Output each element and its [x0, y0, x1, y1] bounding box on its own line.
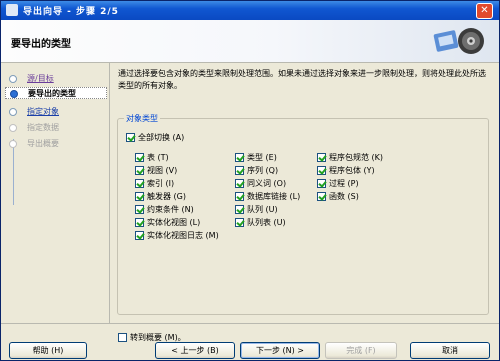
step-source-target[interactable]: 源/目标: [5, 73, 107, 85]
checkbox-checked-icon: [235, 218, 244, 227]
header-banner: 要导出的类型: [1, 20, 499, 63]
help-button[interactable]: 帮助 (H): [9, 342, 87, 359]
checkbox-checked-icon: [317, 192, 326, 201]
checkbox-checked-icon: [135, 192, 144, 201]
checkbox-checked-icon: [235, 179, 244, 188]
step-label: 源/目标: [27, 74, 54, 83]
app-icon: [6, 4, 18, 16]
checkbox-checked-icon: [135, 166, 144, 175]
step-label: 指定数据: [27, 123, 59, 132]
main-content: 通过选择要包含对象的类型来限制处理范围。如果未通过选择对象来进一步限制处理，则将…: [110, 63, 499, 323]
checkbox-checked-icon: [235, 166, 244, 175]
description-text: 通过选择要包含对象的类型来限制处理范围。如果未通过选择对象来进一步限制处理，则将…: [118, 69, 486, 90]
checkbox-checked-icon: [135, 179, 144, 188]
checkbox-checked-icon: [235, 192, 244, 201]
checkbox-checked-icon: [135, 218, 144, 227]
step-specify-data: 指定数据: [5, 122, 107, 134]
checkbox-checked-icon: [235, 205, 244, 214]
close-button[interactable]: ✕: [476, 3, 493, 19]
step-types-to-export[interactable]: 要导出的类型: [5, 87, 107, 99]
checkbox-checked-icon: [126, 133, 135, 142]
step-label: 导出概要: [27, 139, 59, 148]
title-bar: 导出向导 - 步骤 2/5 ✕: [1, 1, 499, 20]
checkbox-checked-icon: [235, 153, 244, 162]
checkbox-checked-icon: [317, 179, 326, 188]
step-export-summary: 导出概要: [5, 138, 107, 150]
group-title: 对象类型: [124, 113, 160, 124]
step-indicator-icon: [9, 108, 17, 116]
steps-panel: [1, 63, 110, 323]
step-indicator-icon: [10, 90, 18, 98]
database-export-icon: [433, 28, 484, 54]
step-label: 要导出的类型: [28, 89, 76, 98]
checkbox-checked-icon: [135, 231, 144, 240]
object-types-group: 对象类型 全部切换 (A) 表 (T) 视图 (V) 索引 (I) 触发器 (G…: [117, 113, 489, 315]
checkbox-checked-icon: [317, 153, 326, 162]
page-title: 要导出的类型: [11, 39, 71, 50]
checkbox-unchecked-icon: [118, 333, 127, 342]
step-indicator-icon: [9, 140, 17, 148]
back-button[interactable]: < 上一步 (B): [155, 342, 235, 359]
window-title: 导出向导 - 步骤 2/5: [23, 7, 119, 17]
finish-button: 完成 (F): [325, 342, 397, 359]
checkbox-checked-icon: [317, 166, 326, 175]
next-button[interactable]: 下一步 (N) >: [240, 342, 320, 359]
checkbox-checked-icon: [135, 205, 144, 214]
step-specify-objects[interactable]: 指定对象: [5, 106, 107, 118]
step-label: 指定对象: [27, 107, 59, 116]
export-wizard-window: 导出向导 - 步骤 2/5 ✕ 要导出的类型 源/目标 要导出的类型 指定对象 …: [0, 0, 500, 361]
step-indicator-icon: [9, 124, 17, 132]
checkbox-checked-icon: [135, 153, 144, 162]
step-indicator-icon: [9, 75, 17, 83]
cancel-button[interactable]: 取消: [410, 342, 490, 359]
